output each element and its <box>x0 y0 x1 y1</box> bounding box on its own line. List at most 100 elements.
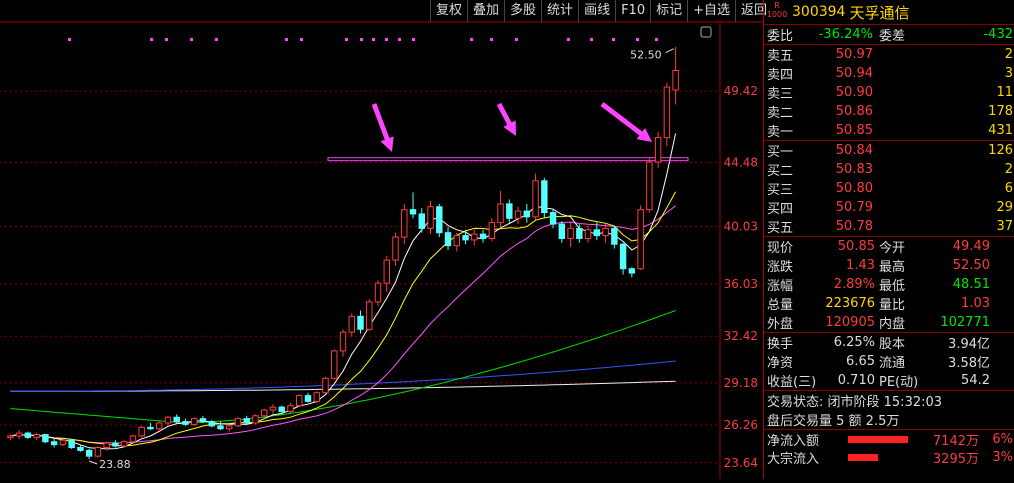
quote-row: 总量 223676 量比 1.03 <box>764 294 1014 313</box>
kline-chart[interactable]: 49.42 44.48 40.03 36.03 32.42 29.18 26.26 23.64… <box>0 0 767 479</box>
candle-up <box>138 426 145 437</box>
signal-dot <box>412 38 415 41</box>
stats-row: 收益(三) 0.710 PE(动) 54.2 <box>764 371 1014 390</box>
toolbar-button-3[interactable]: 统计 <box>541 0 578 22</box>
bids-price: 50.84 <box>835 143 873 158</box>
candle-up <box>567 227 574 239</box>
low-label: 23.88 <box>99 458 131 471</box>
quote-value2: 1.03 <box>961 296 990 311</box>
y-tick-label: 26.26 <box>724 418 758 432</box>
asks-label: 卖四 <box>767 68 794 83</box>
ma5-line <box>10 133 677 450</box>
toolbar-button-4[interactable]: 画线 <box>578 0 615 22</box>
bids-price: 50.78 <box>835 219 873 234</box>
ma60-line <box>10 310 676 424</box>
stats-value: 6.25% <box>833 335 875 350</box>
y-tick-label: 40.03 <box>724 220 758 234</box>
stats-row: 净资 6.65 流通 3.58亿 <box>764 352 1014 371</box>
signal-dot <box>515 38 518 41</box>
y-tick-label: 32.42 <box>724 329 758 343</box>
stats-label: 净资 <box>767 356 794 371</box>
candle-down <box>182 421 189 425</box>
r-badge: R 1000 <box>766 1 788 19</box>
stats-row: 换手 6.25% 股本 3.94亿 <box>764 333 1014 352</box>
candle-up <box>339 331 347 352</box>
toolbar-button-1[interactable]: 叠加 <box>467 0 504 22</box>
candle-up <box>155 422 163 430</box>
asks-volume: 2 <box>1004 47 1013 62</box>
candle-down <box>506 203 513 219</box>
candle-up <box>602 227 609 237</box>
candle-up <box>488 222 496 239</box>
candle-up <box>654 137 662 163</box>
bids-label: 买一 <box>767 145 794 160</box>
weicha-value: -432 <box>983 27 1013 42</box>
toolbar-button-7[interactable]: +自选 <box>687 0 735 22</box>
asks-label: 卖二 <box>767 106 794 121</box>
candle-up <box>33 434 40 438</box>
toolbar-button-6[interactable]: 标记 <box>650 0 687 22</box>
candle-up <box>164 416 172 424</box>
quote-label: 现价 <box>767 241 794 256</box>
signal-dot <box>190 38 193 41</box>
stats-label2: 股本 <box>879 337 906 352</box>
candle-down <box>304 395 312 402</box>
candle-down <box>24 432 32 438</box>
stats-value2: 3.58亿 <box>948 356 990 371</box>
flow-bar <box>848 435 908 443</box>
candle-down <box>593 229 601 237</box>
candle-up <box>392 236 399 261</box>
asks-label: 卖一 <box>767 125 794 140</box>
ma120-line <box>10 360 676 392</box>
candle-up <box>672 70 679 91</box>
bids-volume: 126 <box>988 143 1013 158</box>
toolbar-button-5[interactable]: F10 <box>615 0 650 22</box>
candle-up <box>471 233 478 241</box>
candle-up <box>374 282 382 303</box>
asks-volume: 3 <box>1004 66 1013 81</box>
candle-up <box>584 229 592 239</box>
candle-up <box>532 180 539 218</box>
asks-price: 50.86 <box>835 104 873 119</box>
candle-down <box>243 418 250 424</box>
candle-up <box>94 446 102 457</box>
ma10-line <box>10 191 677 447</box>
signal-dot <box>345 38 348 41</box>
asks-row: 卖二 50.86 178 <box>764 102 1014 121</box>
candle-up <box>497 203 504 224</box>
quote-label: 总量 <box>767 298 794 313</box>
quote-label: 外盘 <box>767 317 794 332</box>
candle-up <box>234 418 242 427</box>
flow-pct: 3% <box>992 449 1013 465</box>
bids-row: 买五 50.78 37 <box>764 217 1014 236</box>
candle-up <box>366 301 373 330</box>
weibi-label: 委比 <box>767 29 794 44</box>
trade-status: 交易状态: 闭市阶段 15:32:03 <box>767 395 943 410</box>
ma20-line <box>10 205 676 444</box>
candle-down <box>541 180 548 214</box>
bids-price: 50.80 <box>835 181 873 196</box>
signal-dot <box>385 38 388 41</box>
candle-down <box>217 425 224 430</box>
signal-dot <box>612 38 615 41</box>
stats-value2: 54.2 <box>961 373 990 388</box>
y-tick-label: 44.48 <box>724 155 758 169</box>
flow-value: 7142万 <box>932 433 979 449</box>
asks-row: 卖四 50.94 3 <box>764 64 1014 83</box>
quote-label2: 最高 <box>879 260 906 275</box>
flow-row: 大宗流入 3295万 3% <box>764 448 1014 467</box>
bids-price: 50.83 <box>835 162 873 177</box>
stats-value: 6.65 <box>846 354 875 369</box>
toolbar-button-0[interactable]: 复权 <box>430 0 467 22</box>
candle-up <box>296 395 303 407</box>
stats-label: 收益(三) <box>767 375 817 390</box>
toolbar-button-2[interactable]: 多股 <box>504 0 541 22</box>
flow-pct: 6% <box>992 431 1013 447</box>
signal-dot <box>215 38 218 41</box>
candle-down <box>50 441 58 446</box>
candle-down <box>42 434 49 443</box>
stats-block: 换手 6.25% 股本 3.94亿 净资 6.65 流通 3.58亿 收益(三) 0… <box>764 332 1014 390</box>
candle-up <box>129 435 137 443</box>
stock-code: 300394 <box>792 4 846 20</box>
candle-down <box>147 426 154 430</box>
